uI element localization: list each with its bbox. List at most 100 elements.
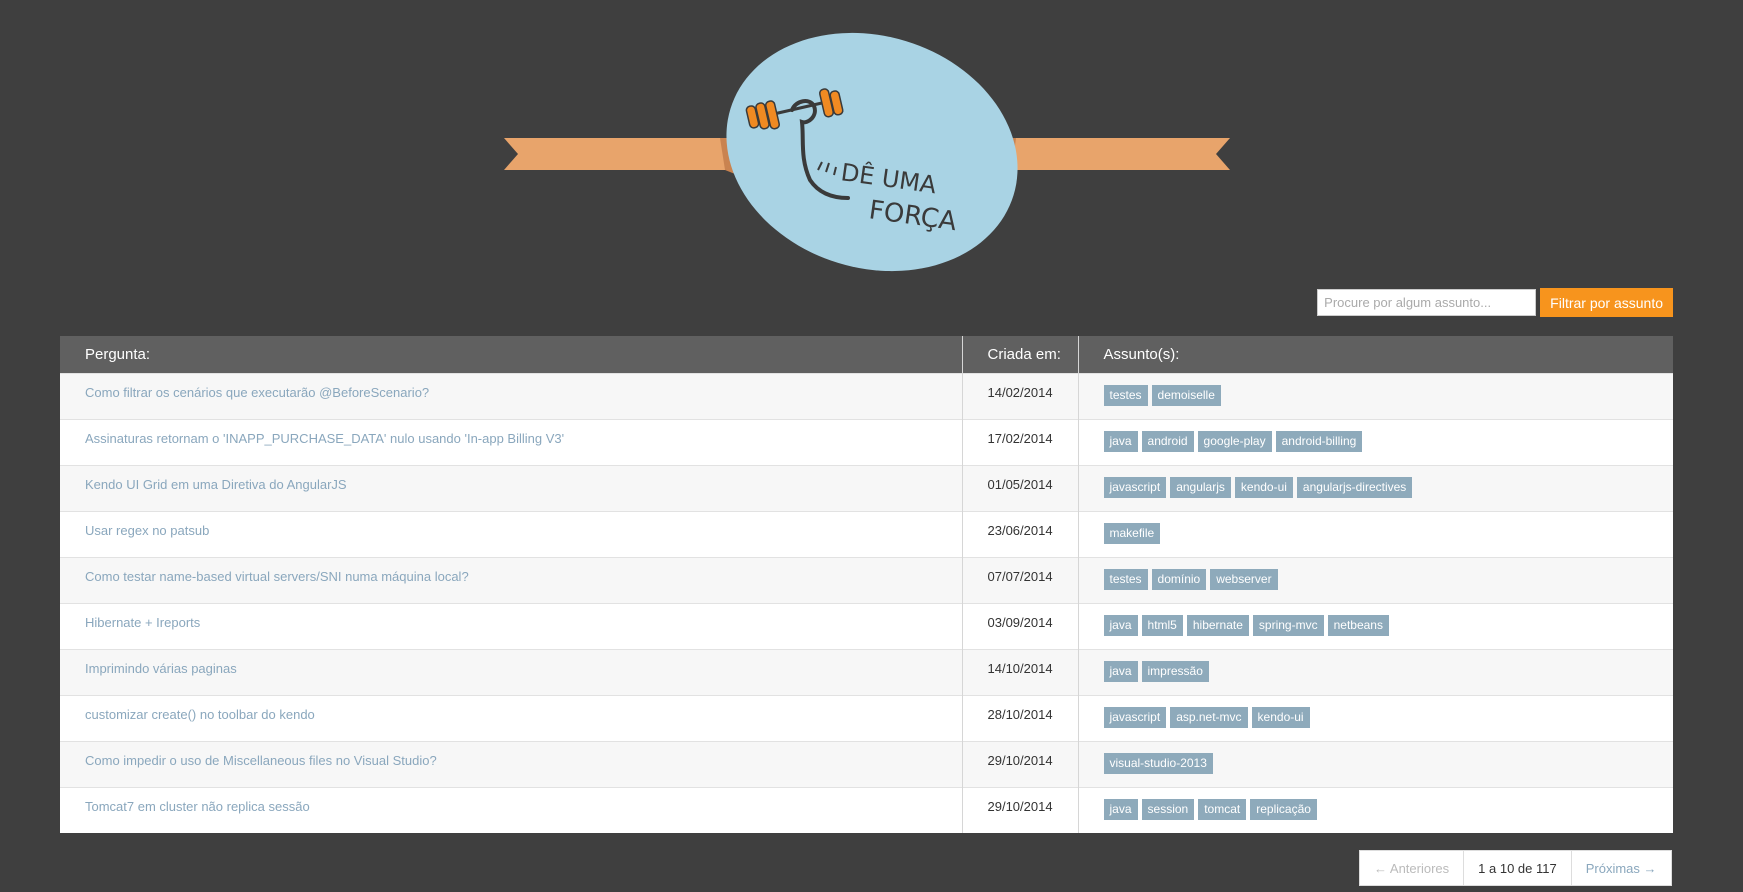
table-row: Como filtrar os cenários que executarão … xyxy=(60,373,1674,420)
date-cell: 29/10/2014 xyxy=(961,741,1078,788)
subjects-cell: javascript angularjs kendo-ui angularjs-dir… xyxy=(1077,465,1674,512)
table-header-row: Pergunta: Criada em: Assunto(s): xyxy=(60,336,1673,374)
questions-table: Pergunta: Criada em: Assunto(s): Como fi… xyxy=(60,336,1673,833)
tag-list: makefile xyxy=(1103,523,1674,544)
tag-badge[interactable]: html5 xyxy=(1141,615,1183,636)
tag-badge[interactable]: testes xyxy=(1103,569,1148,590)
question-cell: Hibernate + Ireports xyxy=(60,603,962,650)
date-cell: 28/10/2014 xyxy=(961,695,1078,742)
tag-list: testes demoiselle xyxy=(1103,385,1674,406)
question-cell: Como impedir o uso de Miscellaneous file… xyxy=(60,741,962,788)
tag-badge[interactable]: asp.net-mvc xyxy=(1170,707,1248,728)
created-date: 28/10/2014 xyxy=(987,707,1053,722)
table-row: Tomcat7 em cluster não replica sessão 29/… xyxy=(60,787,1674,833)
created-date: 29/10/2014 xyxy=(987,753,1053,768)
tag-badge[interactable]: android-billing xyxy=(1275,431,1363,452)
date-cell: 14/10/2014 xyxy=(961,649,1078,696)
table-row: Hibernate + Ireports 03/09/2014 java html5 h… xyxy=(60,603,1674,650)
question-link[interactable]: Hibernate + Ireports xyxy=(85,615,200,630)
tag-badge[interactable]: makefile xyxy=(1103,523,1161,544)
logo-ribbon-right xyxy=(1005,138,1230,170)
tag-badge[interactable]: webserver xyxy=(1210,569,1278,590)
tag-badge[interactable]: replicação xyxy=(1250,799,1317,820)
question-link[interactable]: Assinaturas retornam o 'INAPP_PURCHASE_D… xyxy=(85,431,564,446)
question-link[interactable]: Kendo UI Grid em uma Diretiva do Angular… xyxy=(85,477,347,492)
tag-badge[interactable]: java xyxy=(1103,799,1138,820)
question-link[interactable]: customizar create() no toolbar do kendo xyxy=(85,707,315,722)
question-cell: Assinaturas retornam o 'INAPP_PURCHASE_D… xyxy=(60,419,962,466)
tag-badge[interactable]: impressão xyxy=(1141,661,1209,682)
search-bar: Filtrar por assunto xyxy=(1317,288,1673,317)
table-row: customizar create() no toolbar do kendo 2… xyxy=(60,695,1674,742)
tag-badge[interactable]: domínio xyxy=(1151,569,1207,590)
pagination-prev-button[interactable]: ← Anteriores xyxy=(1360,851,1463,885)
subjects-cell: java impressão xyxy=(1077,649,1674,696)
created-date: 29/10/2014 xyxy=(987,799,1053,814)
tag-list: javascript asp.net-mvc kendo-ui xyxy=(1103,707,1674,728)
subjects-cell: testes demoiselle xyxy=(1077,373,1674,420)
question-link[interactable]: Tomcat7 em cluster não replica sessão xyxy=(85,799,310,814)
created-date: 23/06/2014 xyxy=(987,523,1053,538)
tag-badge[interactable]: spring-mvc xyxy=(1252,615,1324,636)
tag-badge[interactable]: netbeans xyxy=(1327,615,1389,636)
header-created: Criada em: xyxy=(961,336,1078,374)
tag-list: java html5 hibernate spring-mvc netbeans xyxy=(1103,615,1674,636)
pagination: ← Anteriores 1 a 10 de 117 Próximas → xyxy=(1359,850,1672,886)
tag-list: java impressão xyxy=(1103,661,1674,682)
tag-badge[interactable]: java xyxy=(1103,615,1138,636)
tag-list: testes domínio webserver xyxy=(1103,569,1674,590)
date-cell: 07/07/2014 xyxy=(961,557,1078,604)
subjects-cell: java html5 hibernate spring-mvc netbeans xyxy=(1077,603,1674,650)
header-subjects: Assunto(s): xyxy=(1077,336,1673,374)
search-input[interactable] xyxy=(1317,289,1537,316)
question-link[interactable]: Usar regex no patsub xyxy=(85,523,209,538)
question-cell: Usar regex no patsub xyxy=(60,511,962,558)
question-cell: Como testar name-based virtual servers/S… xyxy=(60,557,962,604)
tag-list: visual-studio-2013 xyxy=(1103,753,1674,774)
tag-badge[interactable]: angularjs xyxy=(1170,477,1231,498)
tag-badge[interactable]: tomcat xyxy=(1198,799,1247,820)
tag-badge[interactable]: testes xyxy=(1103,385,1148,406)
logo-ribbon-left xyxy=(504,138,730,170)
table-row: Kendo UI Grid em uma Diretiva do Angular… xyxy=(60,465,1674,512)
subjects-cell: javascript asp.net-mvc kendo-ui xyxy=(1077,695,1674,742)
tag-badge[interactable]: hibernate xyxy=(1186,615,1249,636)
question-link[interactable]: Como filtrar os cenários que executarão … xyxy=(85,385,429,400)
date-cell: 23/06/2014 xyxy=(961,511,1078,558)
tag-badge[interactable]: visual-studio-2013 xyxy=(1103,753,1213,774)
tag-badge[interactable]: android xyxy=(1141,431,1194,452)
created-date: 07/07/2014 xyxy=(987,569,1053,584)
tag-badge[interactable]: java xyxy=(1103,431,1138,452)
tag-list: java session tomcat replicação xyxy=(1103,799,1674,820)
date-cell: 14/02/2014 xyxy=(961,373,1078,420)
logo-graphic: DÊ UMA FORÇA xyxy=(504,32,1230,272)
question-link[interactable]: Imprimindo várias paginas xyxy=(85,661,237,676)
created-date: 14/02/2014 xyxy=(987,385,1053,400)
table-row: Como testar name-based virtual servers/S… xyxy=(60,557,1674,604)
created-date: 14/10/2014 xyxy=(987,661,1053,676)
created-date: 03/09/2014 xyxy=(987,615,1053,630)
tag-list: javascript angularjs kendo-ui angularjs-dir… xyxy=(1103,477,1674,498)
question-cell: Como filtrar os cenários que executarão … xyxy=(60,373,962,420)
date-cell: 17/02/2014 xyxy=(961,419,1078,466)
tag-list: java android google-play android-billing xyxy=(1103,431,1674,452)
created-date: 01/05/2014 xyxy=(987,477,1053,492)
filter-button[interactable]: Filtrar por assunto xyxy=(1540,288,1673,317)
tag-badge[interactable]: javascript xyxy=(1103,477,1167,498)
tag-badge[interactable]: demoiselle xyxy=(1151,385,1221,406)
date-cell: 01/05/2014 xyxy=(961,465,1078,512)
question-link[interactable]: Como testar name-based virtual servers/S… xyxy=(85,569,469,584)
tag-badge[interactable]: kendo-ui xyxy=(1251,707,1310,728)
tag-badge[interactable]: kendo-ui xyxy=(1234,477,1293,498)
tag-badge[interactable]: angularjs-directives xyxy=(1296,477,1413,498)
question-cell: Kendo UI Grid em uma Diretiva do Angular… xyxy=(60,465,962,512)
tag-badge[interactable]: javascript xyxy=(1103,707,1167,728)
pagination-next-button[interactable]: Próximas → xyxy=(1570,851,1671,885)
tag-badge[interactable]: java xyxy=(1103,661,1138,682)
tag-badge[interactable]: session xyxy=(1141,799,1195,820)
question-link[interactable]: Como impedir o uso de Miscellaneous file… xyxy=(85,753,437,768)
site-logo[interactable]: DÊ UMA FORÇA xyxy=(500,30,1235,275)
tag-badge[interactable]: google-play xyxy=(1197,431,1272,452)
question-cell: Imprimindo várias paginas xyxy=(60,649,962,696)
table-row: Como impedir o uso de Miscellaneous file… xyxy=(60,741,1674,788)
